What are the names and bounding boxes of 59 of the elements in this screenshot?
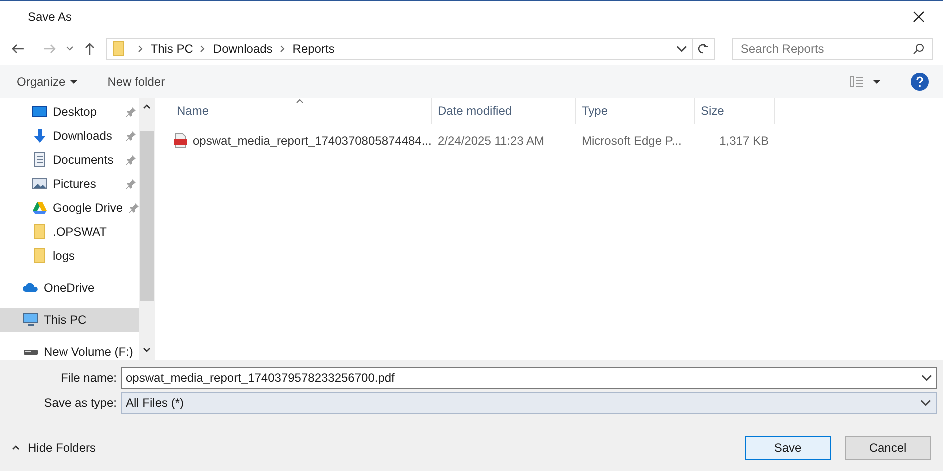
search-field[interactable]: Search Reports (732, 38, 933, 60)
computer-icon (23, 312, 39, 328)
sidebar-item[interactable]: Downloads (0, 124, 139, 148)
file-type-dropdown[interactable]: All Files (*) (121, 392, 937, 414)
table-cell[interactable]: opswat_media_report_1740370805874484... (193, 132, 432, 150)
document-icon (32, 152, 48, 168)
search-icon (912, 42, 925, 54)
drive-icon (32, 200, 48, 216)
breadcrumb-item[interactable]: This PC (150, 40, 194, 58)
close-icon (913, 10, 925, 22)
sidebar-item[interactable]: logs (0, 244, 139, 268)
table-cell-text: 1,317 KB (718, 133, 770, 150)
field-label: Save as type: (43, 395, 118, 412)
table-cell-text: 2/24/2025 11:23 AM (437, 133, 546, 150)
pdf-file-icon (173, 133, 189, 149)
hide-folders-button[interactable]: Hide Folders (12, 439, 96, 457)
scroll-up-icon[interactable] (143, 103, 151, 111)
sidebar-item[interactable]: OneDrive (0, 276, 139, 300)
folder-icon (110, 40, 127, 56)
window-title: Save As (28, 8, 72, 26)
address-bar[interactable]: This PC Downloads Reports (106, 38, 715, 60)
folder-icon (32, 224, 48, 240)
sidebar-item[interactable]: New Volume (F:) (0, 340, 139, 364)
sidebar-item[interactable]: Pictures (0, 172, 139, 196)
sidebar-item[interactable]: Desktop (0, 100, 139, 124)
sort-up-icon (296, 98, 304, 106)
new-folder-button[interactable]: New folder (108, 72, 166, 90)
cancel-button[interactable]: Cancel (845, 436, 931, 460)
chevron-down-icon[interactable] (66, 44, 74, 52)
folder-icon (32, 248, 48, 264)
sidebar-item[interactable]: .OPSWAT (0, 220, 139, 244)
desktop-icon (32, 104, 48, 120)
down-arrow-icon (32, 128, 48, 144)
save-button[interactable]: Save (745, 436, 831, 460)
chevron-right-icon (278, 44, 287, 52)
sidebar-item[interactable]: Documents (0, 148, 139, 172)
picture-icon (32, 176, 48, 192)
scroll-down-icon[interactable] (143, 346, 151, 354)
sidebar-item[interactable]: Google Drive (0, 196, 139, 220)
table-cell-text: Microsoft Edge P... (581, 133, 683, 150)
scrollbar[interactable] (139, 98, 155, 360)
breadcrumb-item[interactable]: Reports (292, 40, 335, 58)
column-header[interactable]: Size (695, 98, 775, 124)
refresh-icon[interactable] (697, 42, 710, 54)
breadcrumb-item[interactable]: Downloads (213, 40, 273, 58)
file-name-field[interactable]: opswat_media_report_1740379578233256700.pdf (121, 367, 937, 389)
sidebar-item[interactable]: This PC (0, 308, 139, 332)
column-header[interactable]: Date modified (432, 98, 576, 124)
organize-button[interactable]: Organize (17, 72, 78, 90)
chevron-right-icon (136, 44, 145, 52)
column-header[interactable]: Type (576, 98, 695, 124)
column-header[interactable]: Name (171, 98, 432, 124)
caret-icon[interactable] (873, 78, 881, 86)
chevron-up-icon (12, 444, 20, 452)
help-icon[interactable] (911, 72, 929, 90)
view-list-icon[interactable] (849, 74, 865, 90)
caret-icon (70, 78, 78, 86)
field-label: File name: (60, 370, 118, 387)
chevron-right-icon (199, 44, 208, 52)
